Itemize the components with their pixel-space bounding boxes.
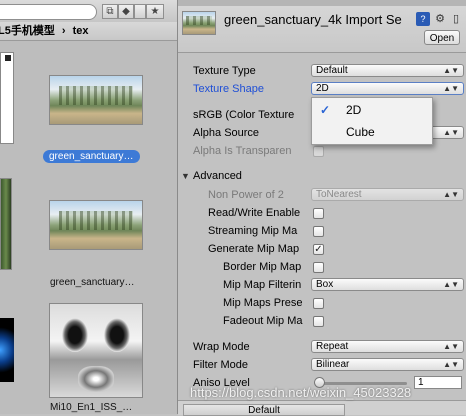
platform-tab-default[interactable]: Default	[183, 404, 345, 416]
breadcrumb-item-parent[interactable]: L5手机模型	[0, 25, 55, 37]
mip-filtering-dropdown[interactable]: Box ▲▼	[311, 278, 464, 291]
texture-shape-dropdown[interactable]: 2D ▲▼	[311, 82, 464, 95]
popup-option-label: 2D	[346, 103, 362, 117]
dropdown-arrow-icon: ▲▼	[443, 66, 459, 75]
asset-thumbnail-green-sanctuary-2[interactable]	[49, 200, 143, 250]
asset-label[interactable]: Mi10_En1_ISS_…	[50, 402, 132, 413]
open-button[interactable]: Open	[424, 30, 460, 45]
non-power-of-2-value: ToNearest	[316, 189, 362, 200]
dropdown-arrow-icon: ▲▼	[443, 280, 459, 289]
watermark-text: https://blog.csdn.net/weixin_45023328	[190, 385, 412, 400]
gear-icon[interactable]: ⚙	[433, 12, 447, 26]
breadcrumb-item-current[interactable]: tex	[73, 25, 89, 37]
advanced-foldout-label[interactable]: Advanced	[193, 170, 242, 182]
filter-type-button[interactable]: ⧉	[102, 4, 118, 19]
label-filter-button[interactable]: ◆	[118, 4, 134, 19]
inspector-title: green_sanctuary_4k Import Se	[224, 12, 402, 27]
alpha-transparent-checkbox[interactable]	[313, 146, 324, 157]
lock-icon[interactable]: ▯	[449, 12, 463, 26]
texture-shape-value: 2D	[316, 83, 329, 94]
generate-mip-label: Generate Mip Map	[208, 243, 300, 255]
divider	[134, 4, 146, 19]
texture-type-dropdown[interactable]: Default ▲▼	[311, 64, 464, 77]
texture-type-label: Texture Type	[193, 65, 256, 77]
mip-preserve-label: Mip Maps Prese	[223, 297, 303, 309]
check-icon: ✓	[314, 244, 323, 255]
mip-filtering-value: Box	[316, 279, 334, 290]
asset-preview-icon	[182, 11, 216, 35]
wrap-mode-label: Wrap Mode	[193, 341, 250, 353]
foldout-arrow-icon[interactable]: ▼	[181, 171, 190, 181]
asset-thumbnail-mi10[interactable]	[49, 303, 143, 398]
dropdown-arrow-icon: ▲▼	[443, 342, 459, 351]
star-icon: ★	[150, 6, 160, 17]
popup-option-2d[interactable]: ✓ 2D	[312, 100, 432, 120]
wrap-mode-dropdown[interactable]: Repeat ▲▼	[311, 340, 464, 353]
mip-filtering-label: Mip Map Filterin	[223, 279, 302, 291]
fadeout-mip-label: Fadeout Mip Ma	[223, 315, 303, 327]
non-power-of-2-dropdown[interactable]: ToNearest ▲▼	[311, 188, 464, 201]
alpha-transparent-label: Alpha Is Transparen	[193, 145, 292, 157]
filter-icon: ⧉	[106, 6, 114, 17]
aniso-level-field[interactable]: 1	[414, 376, 462, 389]
asset-label[interactable]: green_sanctuary…	[43, 150, 140, 163]
streaming-mip-label: Streaming Mip Ma	[208, 225, 298, 237]
generate-mip-checkbox[interactable]: ✓	[313, 244, 324, 255]
asset-thumbnail-green-sanctuary[interactable]	[49, 75, 143, 125]
streaming-mip-checkbox[interactable]	[313, 226, 324, 237]
non-power-of-2-label: Non Power of 2	[208, 189, 284, 201]
asset-thumbnail-white[interactable]	[0, 52, 14, 144]
asset-label[interactable]: green_sanctuary…	[50, 277, 135, 288]
dropdown-arrow-icon: ▲▼	[443, 128, 459, 137]
dropdown-arrow-icon: ▲▼	[443, 84, 459, 93]
wrap-mode-value: Repeat	[316, 341, 349, 352]
breadcrumb-separator: ›	[61, 25, 66, 37]
border-mip-checkbox[interactable]	[313, 262, 324, 273]
texture-shape-label: Texture Shape	[193, 83, 264, 95]
srgb-label: sRGB (Color Texture	[193, 109, 295, 121]
border-mip-label: Border Mip Map	[223, 261, 302, 273]
check-icon: ✓	[320, 103, 331, 117]
popup-option-cube[interactable]: Cube	[312, 122, 432, 142]
filter-mode-label: Filter Mode	[193, 359, 249, 371]
tag-icon: ◆	[122, 6, 130, 17]
breadcrumb: L5手机模型 › tex	[0, 22, 177, 41]
dropdown-arrow-icon: ▲▼	[443, 360, 459, 369]
asset-thumbnail-green[interactable]	[0, 178, 12, 270]
dropdown-arrow-icon: ▲▼	[443, 190, 459, 199]
texture-shape-popup: ✓ 2D Cube	[311, 97, 433, 145]
filter-mode-value: Bilinear	[316, 359, 350, 370]
texture-type-value: Default	[316, 65, 348, 76]
filter-mode-dropdown[interactable]: Bilinear ▲▼	[311, 358, 464, 371]
read-write-label: Read/Write Enable	[208, 207, 301, 219]
search-input[interactable]	[0, 4, 97, 20]
read-write-checkbox[interactable]	[313, 208, 324, 219]
mip-preserve-checkbox[interactable]	[313, 298, 324, 309]
help-book-icon[interactable]: ?	[416, 12, 430, 26]
alpha-source-label: Alpha Source	[193, 127, 260, 139]
popup-option-label: Cube	[346, 125, 375, 139]
fadeout-mip-checkbox[interactable]	[313, 316, 324, 327]
favorites-button[interactable]: ★	[146, 4, 164, 19]
asset-thumbnail-blue[interactable]	[0, 318, 14, 382]
